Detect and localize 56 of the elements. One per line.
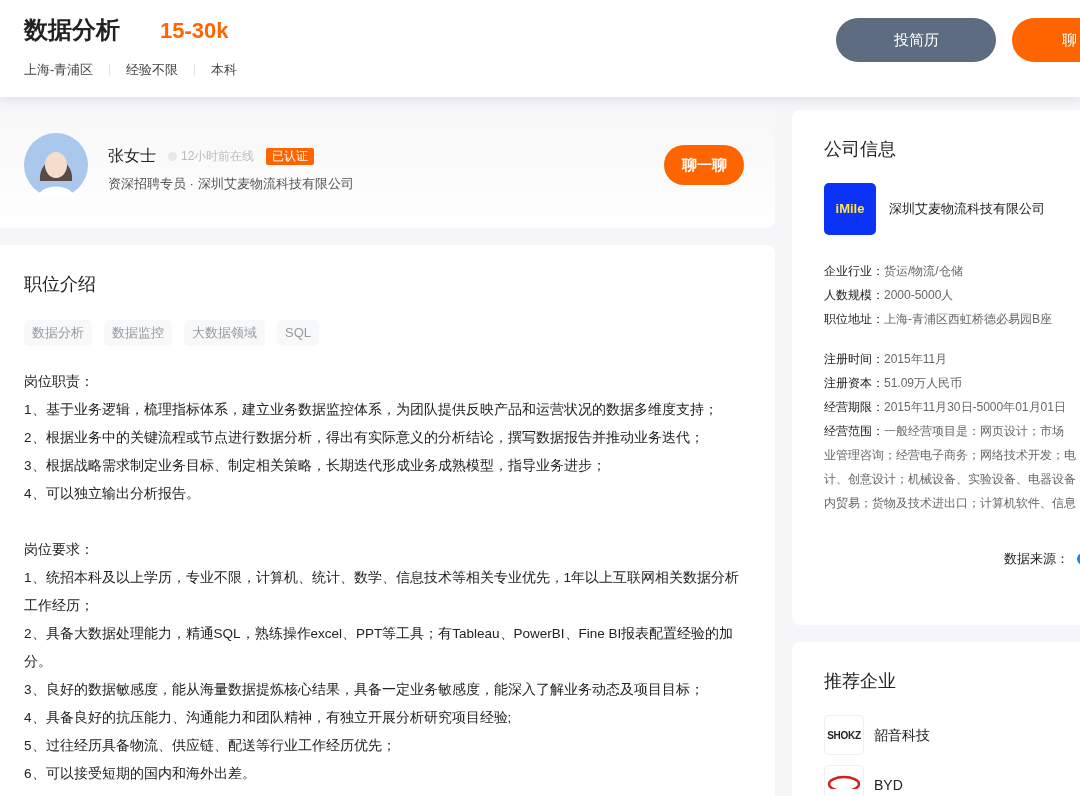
section-heading: 推荐企业 — [824, 670, 897, 693]
fact-value: 2000-5000人 — [884, 287, 954, 304]
company-name: 深圳艾麦物流科技有限公司 — [889, 200, 1045, 219]
apply-button[interactable]: 投简历 — [836, 18, 996, 62]
job-title: 数据分析 — [24, 15, 120, 45]
description-line: 6、可以接受短期的国内和海外出差。 — [24, 765, 257, 783]
fact-label: 人数规模： — [824, 287, 884, 304]
job-tag: 本科 — [211, 60, 238, 80]
fact-label: 经营期限： — [824, 399, 884, 416]
oval-logo-icon — [827, 775, 861, 789]
salary: 15-30k — [160, 17, 229, 45]
section-subheading: 岗位职责： — [24, 373, 95, 391]
job-tag: 上海-青浦区 — [24, 60, 94, 80]
fact-label: 注册时间： — [824, 351, 884, 368]
company-name[interactable]: 韶音科技 — [874, 724, 930, 746]
data-source-label: 数据来源： — [1004, 550, 1069, 568]
company-logo: iMile — [824, 183, 876, 235]
recruiter-name: 张女士 — [108, 146, 156, 167]
chat-button[interactable]: 聊一聊 — [664, 145, 744, 185]
company-name[interactable]: BYD — [874, 774, 903, 796]
description-line: 5、过往经历具备物流、供应链、配送等行业工作经历优先； — [24, 737, 397, 755]
description-line: 1、统招本科及以上学历，专业不限，计算机、统计、数学、信息技术等相关专业优先，1年以上互联网相关数据分析工作经历； — [24, 569, 741, 615]
fact-label: 职位地址： — [824, 311, 884, 328]
keyword-tag: 数据分析 — [24, 320, 92, 346]
description-line: 2、具备大数据处理能力，精通SQL，熟练操作excel、PPT等工具；有Tableau、PowerBI、Fine BI报表配置经验的加分。 — [24, 625, 735, 671]
fact-label: 经营范围： — [824, 423, 884, 440]
avatar-icon — [24, 133, 88, 197]
recruiter-role: 资深招聘专员 · 深圳艾麦物流科技有限公司 — [108, 175, 355, 194]
description-line: 3、根据战略需求制定业务目标、制定相关策略，长期迭代形成业务成熟模型，指导业务进步； — [24, 457, 607, 475]
fact-value: 货运/物流/仓储 — [884, 263, 963, 280]
section-heading: 职位介绍 — [24, 273, 97, 296]
chat-button[interactable]: 聊 — [1012, 18, 1080, 62]
online-status: 12小时前在线 — [181, 148, 255, 166]
fact-value: 内贸易；货物及技术进出口；计算机软件、信息 — [824, 495, 1077, 512]
description-line: 2、根据业务中的关键流程或节点进行数据分析，得出有实际意义的分析结论，撰写数据报告并推动业务迭代； — [24, 429, 705, 447]
fact-label: 企业行业： — [824, 263, 884, 280]
verified-badge: 已认证 — [266, 147, 315, 165]
fact-value: 计、创意设计；机械设备、实验设备、电器设备 — [824, 471, 1077, 488]
keyword-tag: SQL — [277, 320, 319, 346]
fact-value: 2015年11月30日-5000年01月01日 — [884, 399, 1066, 416]
keyword-tag: 大数据领域 — [184, 320, 265, 346]
fact-value: 业管理咨询；经营电子商务；网络技术开发；电 — [824, 447, 1077, 464]
description-line: 1、基于业务逻辑，梳理指标体系，建立业务数据监控体系，为团队提供反映产品和运营状况的数据多维度支持； — [24, 401, 719, 419]
description-line: 4、具备良好的抗压能力、沟通能力和团队精神，有独立开展分析研究项目经验; — [24, 709, 513, 727]
fact-label: 注册资本： — [824, 375, 884, 392]
company-logo: SHOKZ — [824, 715, 864, 755]
job-tag: 经验不限 — [126, 60, 179, 80]
fact-value: 51.09万人民币 — [884, 375, 963, 392]
section-subheading: 岗位要求： — [24, 541, 95, 559]
fact-value: 2015年11月 — [884, 351, 948, 368]
description-line: 3、良好的数据敏感度，能从海量数据提炼核心结果，具备一定业务敏感度，能深入了解业务动态及项目目标； — [24, 681, 705, 699]
description-line: 4、可以独立输出分析报告。 — [24, 485, 201, 503]
keyword-tag: 数据监控 — [104, 320, 172, 346]
section-heading: 公司信息 — [824, 138, 897, 161]
fact-value: 上海-青浦区西虹桥德必易园B座 — [884, 311, 1052, 328]
fact-value: 一般经营项目是：网页设计；市场 — [884, 423, 1064, 440]
